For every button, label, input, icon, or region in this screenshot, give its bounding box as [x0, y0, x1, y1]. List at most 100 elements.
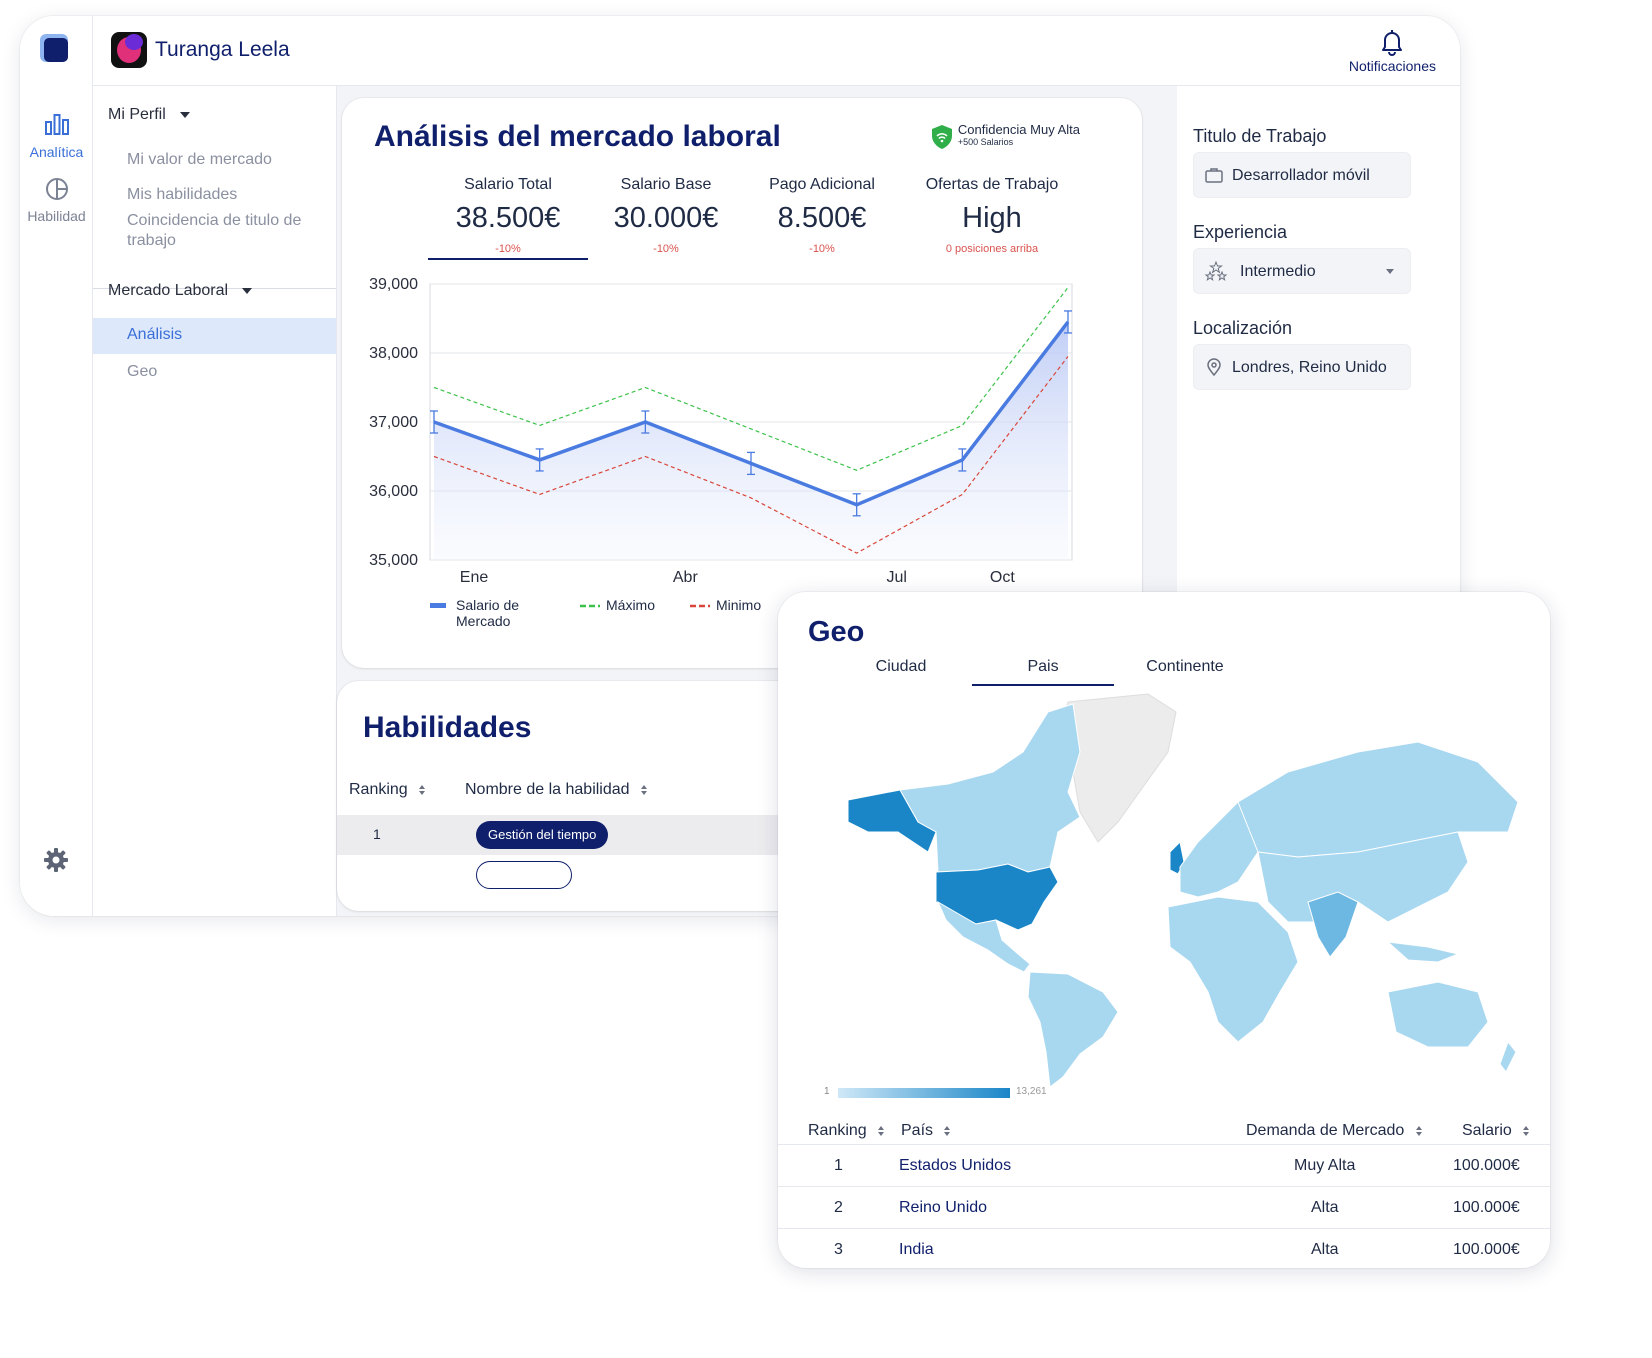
y-tick-label: 35,000: [369, 552, 418, 569]
location-field[interactable]: Londres, Reino Unido: [1193, 344, 1411, 390]
column-label: Demanda de Mercado: [1246, 1122, 1405, 1139]
nav-group-label: Mi Perfil: [108, 106, 166, 123]
kpi-change: -10%: [495, 243, 521, 255]
gear-icon[interactable]: [42, 846, 70, 874]
rail-item-analitica[interactable]: Analítica: [20, 110, 93, 160]
map-region-russia: [1237, 741, 1518, 858]
kpi-pago-adicional[interactable]: Pago Adicional 8.500€ -10%: [742, 176, 902, 255]
geo-rank: 3: [834, 1241, 843, 1258]
bar-chart-icon: [44, 114, 69, 135]
kpi-value: 8.500€: [777, 202, 867, 234]
top-bar: Turanga Leela Notificaciones: [93, 16, 1460, 86]
app-logo[interactable]: [40, 34, 74, 68]
geo-salary: 100.000€: [1453, 1241, 1520, 1258]
x-tick-label: Abr: [673, 569, 699, 586]
sort-icon: [944, 1125, 951, 1136]
sort-icon: [641, 784, 647, 795]
geo-title: Geo: [808, 616, 865, 648]
sort-icon: [1523, 1125, 1530, 1136]
nav-item-geo[interactable]: Geo: [127, 362, 317, 382]
map-region-india: [1307, 891, 1359, 958]
column-header-ranking[interactable]: Ranking: [808, 1122, 885, 1140]
tab-continente[interactable]: Continente: [1114, 658, 1256, 686]
confidence-sub: +500 Salarios: [957, 137, 1014, 147]
kpi-salario-base[interactable]: Salario Base 30.000€ -10%: [586, 176, 746, 255]
y-tick-label: 39,000: [369, 276, 418, 293]
location-label: Localización: [1193, 318, 1293, 338]
nav-item-analisis[interactable]: Análisis: [93, 318, 336, 354]
nav-item-mis-habilidades[interactable]: Mis habilidades: [127, 185, 317, 205]
nav-group-mercado-laboral[interactable]: Mercado Laboral: [108, 282, 253, 300]
tab-pais[interactable]: Pais: [972, 658, 1114, 686]
geo-country[interactable]: India: [899, 1241, 934, 1259]
shield-icon: [931, 125, 952, 149]
sort-icon: [1415, 1125, 1422, 1136]
rail-label-analitica: Analítica: [29, 144, 84, 160]
legend-max: 13,261: [1016, 1086, 1047, 1097]
geo-rank: 2: [834, 1199, 843, 1216]
column-header-skill-name[interactable]: Nombre de la habilidad: [465, 781, 648, 799]
notifications-button[interactable]: Notificaciones: [1349, 28, 1436, 74]
map-region-australia: [1387, 981, 1489, 1048]
kpi-salario-total[interactable]: Salario Total 38.500€ -10%: [428, 176, 588, 260]
sort-icon: [878, 1125, 885, 1136]
confidence-badge: Confidencia Muy Alta +500 Salarios: [930, 122, 1080, 149]
world-map[interactable]: [818, 692, 1518, 1092]
skill-pill-outline[interactable]: [476, 861, 572, 889]
column-label: Ranking: [808, 1122, 867, 1139]
nav-item-coincidencia[interactable]: Coincidencia de titulo de trabajo: [127, 211, 317, 251]
job-title-field[interactable]: Desarrollador móvil: [1193, 152, 1411, 198]
column-header-demanda[interactable]: Demanda de Mercado: [1246, 1122, 1423, 1140]
kpi-label: Pago Adicional: [769, 176, 875, 193]
confidence-label: Confidencia Muy Alta: [957, 122, 1080, 137]
location-value: Londres, Reino Unido: [1232, 359, 1387, 376]
skill-rank: 1: [373, 826, 381, 842]
analysis-card: Análisis del mercado laboral Confidencia…: [342, 98, 1142, 668]
nav-group-mi-perfil[interactable]: Mi Perfil: [108, 106, 190, 124]
analysis-title: Análisis del mercado laboral: [374, 120, 781, 153]
kpi-ofertas[interactable]: Ofertas de Trabajo High 0 posiciones arr…: [912, 176, 1072, 255]
geo-demand: Alta: [1311, 1199, 1339, 1216]
column-label: Ranking: [349, 781, 408, 798]
avatar[interactable]: [111, 32, 147, 68]
user-name[interactable]: Turanga Leela: [155, 38, 290, 62]
map-region-africa: [1167, 896, 1299, 1043]
table-row[interactable]: 3 India Alta 100.000€: [778, 1228, 1550, 1268]
map-region-se-asia: [1386, 941, 1460, 963]
bell-icon: [1382, 30, 1403, 56]
sub-nav: Mi Perfil Mi valor de mercado Mis habili…: [93, 86, 337, 916]
legend-swatch: [430, 603, 446, 608]
geo-demand: Alta: [1311, 1241, 1339, 1258]
table-row[interactable]: 1 Estados Unidos Muy Alta 100.000€: [778, 1144, 1550, 1186]
legend-label: Salario de Mercado: [456, 597, 519, 629]
job-title-label: Titulo de Trabajo: [1193, 126, 1327, 146]
geo-country[interactable]: Reino Unido: [899, 1199, 987, 1217]
geo-demand: Muy Alta: [1294, 1157, 1356, 1174]
experience-select[interactable]: Intermedio: [1193, 248, 1411, 294]
geo-salary: 100.000€: [1453, 1157, 1520, 1174]
nav-group-label: Mercado Laboral: [108, 282, 229, 299]
chevron-down-icon: [179, 111, 190, 118]
x-tick-label: Oct: [990, 569, 1015, 586]
map-region-south-america: [1027, 971, 1119, 1088]
chevron-down-icon: [242, 287, 253, 294]
experience-label: Experiencia: [1193, 222, 1288, 242]
rail-label-habilidad: Habilidad: [27, 208, 86, 224]
legend-label: Minimo: [716, 597, 761, 613]
kpi-label: Salario Total: [464, 176, 552, 193]
geo-country[interactable]: Estados Unidos: [899, 1157, 1011, 1175]
column-header-pais[interactable]: País: [901, 1122, 951, 1140]
nav-item-mi-valor[interactable]: Mi valor de mercado: [127, 150, 317, 170]
kpi-value: 38.500€: [455, 202, 561, 234]
legend-label: Máximo: [606, 597, 655, 613]
column-header-ranking[interactable]: Ranking: [349, 781, 426, 799]
column-label: Salario: [1462, 1122, 1512, 1139]
table-row[interactable]: 2 Reino Unido Alta 100.000€: [778, 1186, 1550, 1228]
icon-rail: Analítica Habilidad: [20, 16, 93, 916]
experience-value: Intermedio: [1240, 263, 1316, 280]
column-label: País: [901, 1122, 934, 1139]
column-header-salario[interactable]: Salario: [1462, 1122, 1530, 1140]
skill-pill[interactable]: Gestión del tiempo: [476, 821, 609, 849]
tab-ciudad[interactable]: Ciudad: [830, 658, 972, 686]
rail-item-habilidad[interactable]: Habilidad: [20, 174, 93, 224]
